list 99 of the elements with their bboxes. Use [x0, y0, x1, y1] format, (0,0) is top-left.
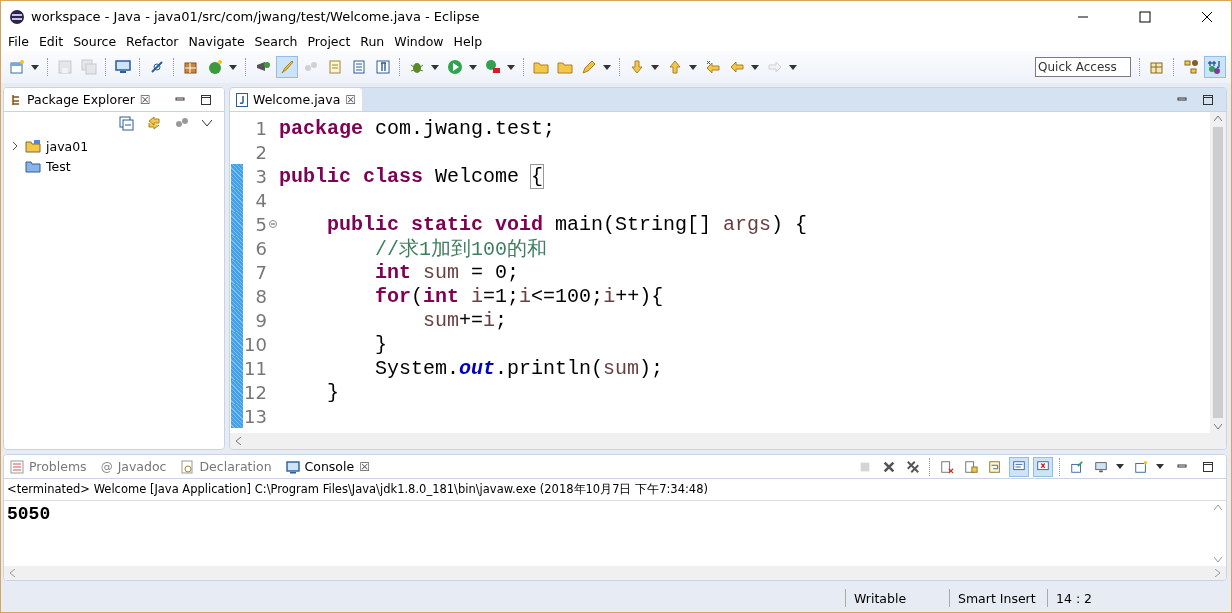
maximize-icon[interactable] — [1202, 93, 1214, 106]
dropdown-caret-icon[interactable] — [651, 64, 659, 70]
dropdown-caret-icon[interactable] — [431, 64, 439, 70]
line-number: 4 — [254, 189, 267, 211]
menu-item[interactable]: Run — [355, 34, 390, 49]
dropdown-caret-icon[interactable] — [1156, 464, 1164, 469]
collapse-fold-icon[interactable] — [269, 220, 277, 228]
tree-item[interactable]: Test — [10, 156, 218, 176]
code-line: } — [326, 380, 339, 404]
code-line: sum+=i; — [422, 308, 508, 332]
tab-label: Welcome.java — [253, 92, 341, 107]
project-folder-icon — [25, 138, 41, 154]
console-output: 5050 — [7, 504, 51, 524]
menu-item[interactable]: Help — [448, 34, 488, 49]
eclipse-icon — [9, 8, 25, 25]
close-tab-icon[interactable]: ☒ — [345, 92, 357, 107]
package-explorer-tab[interactable]: Package Explorer ☒ — [4, 88, 157, 111]
collapse-all-icon[interactable] — [118, 115, 134, 131]
line-number: 10 — [243, 333, 267, 355]
view-tab[interactable]: Problems — [4, 455, 93, 478]
scroll-up-icon[interactable] — [1214, 505, 1222, 510]
line-number: 1 — [254, 117, 267, 139]
window-title: workspace - Java - java01/src/com/jwang/test/Welcome.java - Eclipse — [31, 9, 480, 24]
line-number: 5 — [254, 213, 267, 235]
code-line: } — [374, 332, 388, 356]
menu-item[interactable]: Project — [302, 34, 356, 49]
scroll-down-icon[interactable] — [1214, 557, 1222, 562]
hierarchy-icon — [10, 93, 22, 106]
problems-icon — [10, 459, 24, 474]
code-line: for(int i=1;i<=100;i++){ — [374, 284, 664, 308]
process-status: <terminated> Welcome [Java Application] C:\Program Files\Java\jdk1.8.0_181\bin\javaw.exe (2018年10月7日 下午7:34:48) — [4, 479, 1226, 501]
at-icon: @ — [100, 459, 113, 474]
code-line: package com.jwang.test; — [279, 116, 556, 140]
vertical-scrollbar[interactable] — [1210, 112, 1226, 433]
status-field: Writable — [845, 589, 949, 607]
scroll-left-icon[interactable] — [10, 569, 15, 577]
close-tab-icon[interactable]: ☒ — [139, 92, 151, 107]
code-line: int sum = 0; — [374, 260, 520, 284]
maximize-icon[interactable] — [200, 93, 212, 106]
scroll-up-icon[interactable] — [1214, 116, 1222, 121]
closed-project-icon — [25, 158, 41, 174]
close-tab-icon[interactable]: ☒ — [359, 459, 370, 474]
line-number: 6 — [254, 237, 267, 259]
horizontal-scrollbar[interactable] — [230, 433, 1226, 449]
java-perspective-icon[interactable] — [1204, 56, 1226, 78]
menu-item[interactable]: Window — [389, 34, 449, 49]
menu-item[interactable]: Navigate — [183, 34, 250, 49]
view-tab[interactable]: @ Javadoc — [94, 455, 173, 478]
maximize-icon[interactable] — [1202, 460, 1214, 473]
console-output-icon[interactable] — [1009, 456, 1029, 477]
line-number: 8 — [254, 285, 267, 307]
line-number: 11 — [243, 357, 267, 379]
dropdown-caret-icon[interactable] — [751, 64, 759, 70]
view-menu-icon[interactable] — [202, 120, 212, 126]
dropdown-caret-icon[interactable] — [603, 64, 611, 70]
tab-label: Console — [304, 459, 355, 474]
line-number: 12 — [243, 381, 267, 403]
line-number: 13 — [243, 405, 267, 427]
dropdown-caret-icon[interactable] — [507, 64, 515, 70]
line-number: 3 — [254, 165, 267, 187]
scroll-down-icon[interactable] — [1214, 424, 1222, 429]
tab-label: Declaration — [199, 459, 272, 474]
dropdown-caret-icon[interactable] — [1116, 464, 1124, 469]
tab-label: Package Explorer — [27, 92, 135, 107]
dropdown-caret-icon[interactable] — [229, 64, 237, 70]
menu-item[interactable]: File — [3, 34, 34, 49]
java-file-icon — [236, 92, 248, 107]
code-line: System.out.println(sum); — [374, 356, 664, 380]
horizontal-scrollbar[interactable] — [4, 566, 1226, 580]
console-error-icon[interactable] — [1033, 456, 1053, 477]
console-icon — [285, 459, 300, 474]
code-line: //求1加到100的和 — [374, 236, 548, 262]
tree-item[interactable]: java01 — [10, 136, 218, 156]
scroll-left-icon[interactable] — [236, 437, 241, 445]
view-tab[interactable]: Declaration — [174, 455, 278, 478]
scroll-right-icon[interactable] — [1215, 569, 1220, 577]
code-line: public class Welcome { — [279, 164, 544, 188]
link-icon[interactable] — [146, 115, 162, 131]
quick-access-field[interactable]: Quick Access — [1035, 57, 1131, 77]
menu-item[interactable]: Refactor — [121, 34, 184, 49]
dropdown-caret-icon[interactable] — [789, 64, 797, 70]
line-number: 7 — [254, 261, 267, 283]
menu-item[interactable]: Source — [68, 34, 122, 49]
tab-label: Javadoc — [117, 459, 167, 474]
line-number: 9 — [254, 309, 267, 331]
maximize-icon[interactable] — [1139, 10, 1151, 23]
dropdown-caret-icon[interactable] — [469, 64, 477, 70]
editor-tab[interactable]: Welcome.java ☒ — [230, 88, 363, 111]
status-field: Smart Insert — [949, 589, 1047, 607]
status-field: 14 : 2 — [1047, 589, 1111, 607]
line-number: 2 — [254, 141, 267, 163]
code-line: public static void main(String[] args) { — [326, 212, 808, 236]
dropdown-caret-icon[interactable] — [689, 64, 697, 70]
close-icon[interactable] — [1201, 10, 1213, 23]
menu-item[interactable]: Search — [249, 34, 303, 49]
menu-item[interactable]: Edit — [33, 34, 69, 49]
declaration-icon — [180, 459, 195, 474]
dropdown-caret-icon[interactable] — [31, 64, 39, 70]
tab-label: Problems — [29, 459, 87, 474]
